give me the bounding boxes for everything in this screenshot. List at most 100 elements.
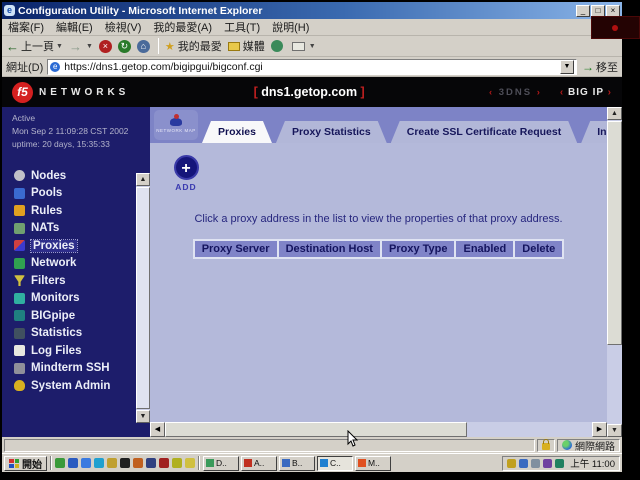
quicklaunch-icon[interactable] (107, 458, 117, 468)
stop-icon[interactable]: × (99, 40, 112, 53)
task-button[interactable]: B.. (279, 456, 315, 471)
sidebar-item-rules[interactable]: Rules (14, 202, 150, 220)
tab-create-ssl-certificate-request[interactable]: Create SSL Certificate Request (391, 121, 577, 143)
task-button[interactable]: D.. (203, 456, 239, 471)
dns3-link[interactable]: ‹ 3DNS › (489, 87, 542, 98)
scrollbar-thumb[interactable] (607, 121, 622, 345)
zone-panel: 網際網路 (557, 439, 620, 452)
quicklaunch-icon[interactable] (55, 458, 65, 468)
back-button[interactable]: ← 上一頁 ▼ (6, 38, 63, 54)
sidebar-item-network[interactable]: Network (14, 255, 150, 273)
network-tray-icon[interactable] (531, 459, 540, 468)
scrollbar-thumb[interactable] (136, 187, 150, 409)
chevron-right-icon: › (537, 87, 542, 98)
f5-brand-bar: f5 NETWORKS [ dns1.getop.com ] ‹ 3DNS › … (2, 77, 622, 107)
start-button[interactable]: 開始 (4, 456, 47, 471)
scroll-up-icon[interactable]: ▲ (607, 107, 622, 120)
sidebar-item-filters[interactable]: Filters (14, 272, 150, 290)
sidebar-item-statistics[interactable]: Statistics (14, 325, 150, 343)
horizontal-scrollbar[interactable]: ◀ ▶ (150, 422, 607, 437)
mail-dropdown-icon[interactable]: ▼ (309, 43, 316, 50)
task-button-active[interactable]: C.. (317, 456, 353, 471)
menu-favorites[interactable]: 我的最愛(A) (153, 19, 212, 35)
tab-bar: NETWORK MAP Proxies Proxy Statistics Cre… (150, 107, 607, 143)
system-status: Active Mon Sep 2 11:09:28 CST 2002 uptim… (2, 107, 150, 151)
vertical-scrollbar[interactable]: ▲ ▼ (607, 107, 622, 437)
sidebar-item-mindterm-ssh[interactable]: Mindterm SSH (14, 360, 150, 378)
tab-proxies[interactable]: Proxies (202, 121, 272, 143)
quicklaunch-icon[interactable] (81, 458, 91, 468)
quicklaunch-icon[interactable] (68, 458, 78, 468)
add-proxy-button[interactable]: + ADD (168, 155, 204, 192)
quicklaunch-icon[interactable] (172, 458, 182, 468)
tray-app-icon[interactable] (543, 459, 552, 468)
history-button[interactable] (271, 40, 286, 52)
add-plus-icon[interactable]: + (174, 155, 199, 180)
restore-button[interactable]: □ (591, 5, 605, 17)
status-uptime: uptime: 20 days, 15:35:33 (12, 138, 150, 151)
favorites-button[interactable]: ★ 我的最愛 (165, 38, 222, 54)
tray-app-icon[interactable] (555, 459, 564, 468)
menu-tools[interactable]: 工具(T) (224, 19, 260, 35)
address-input[interactable] (64, 61, 560, 73)
tab-install-ssl-certificate[interactable]: Install SSL Certif (581, 121, 607, 143)
taskbar-clock: 上午 11:00 (570, 456, 615, 470)
chevron-right-icon: › (608, 87, 612, 98)
toolbar-separator (158, 38, 159, 54)
lock-icon (542, 443, 550, 450)
quicklaunch-icon[interactable] (159, 458, 169, 468)
quicklaunch-icon[interactable] (146, 458, 156, 468)
quicklaunch-icon[interactable] (94, 458, 104, 468)
status-bar: 網際網路 (2, 437, 622, 453)
refresh-icon[interactable]: ↻ (118, 40, 131, 53)
scrollbar-thumb[interactable] (165, 422, 467, 437)
go-button[interactable]: → 移至 (582, 59, 618, 75)
messenger-icon[interactable] (519, 459, 528, 468)
bigip-link[interactable]: ‹ BIG IP › (560, 87, 612, 98)
quicklaunch-icon[interactable] (133, 458, 143, 468)
sidebar-item-pools[interactable]: Pools (14, 185, 150, 203)
sidebar-item-bigpipe[interactable]: BIGpipe (14, 307, 150, 325)
scroll-up-icon[interactable]: ▲ (136, 173, 150, 186)
sidebar-item-nats[interactable]: NATs (14, 220, 150, 238)
sidebar-scrollbar[interactable]: ▲ ▼ (136, 173, 150, 423)
volume-icon[interactable] (507, 459, 516, 468)
address-label: 網址(D) (6, 59, 43, 75)
mail-button[interactable]: ▼ (292, 42, 316, 51)
log-files-icon (14, 345, 25, 356)
mouse-cursor (347, 430, 359, 448)
home-icon[interactable]: ⌂ (137, 40, 150, 53)
sidebar-nav: Nodes Pools Rules NATs Proxies Network F… (2, 167, 150, 395)
close-button[interactable]: × (606, 5, 620, 17)
forward-dropdown-icon[interactable]: ▼ (86, 43, 93, 50)
sidebar-item-monitors[interactable]: Monitors (14, 290, 150, 308)
menu-help[interactable]: 說明(H) (272, 19, 309, 35)
media-button[interactable]: 媒體 (228, 38, 265, 54)
back-dropdown-icon[interactable]: ▼ (56, 43, 63, 50)
f5-networks-wordmark: NETWORKS (39, 87, 129, 98)
rules-icon (14, 205, 25, 216)
menu-edit[interactable]: 編輯(E) (56, 19, 93, 35)
quicklaunch-icon[interactable] (185, 458, 195, 468)
sidebar-item-log-files[interactable]: Log Files (14, 342, 150, 360)
task-button[interactable]: M.. (355, 456, 391, 471)
network-map-button[interactable]: NETWORK MAP (154, 110, 198, 140)
minimize-button[interactable]: _ (576, 5, 590, 17)
sidebar-item-proxies[interactable]: Proxies (14, 237, 150, 255)
address-dropdown-icon[interactable]: ▼ (560, 60, 574, 74)
proxies-panel: + ADD Click a proxy address in the list … (150, 143, 607, 422)
scroll-left-icon[interactable]: ◀ (150, 422, 165, 437)
task-button[interactable]: A.. (241, 456, 277, 471)
menu-file[interactable]: 檔案(F) (8, 19, 44, 35)
forward-button[interactable]: → ▼ (69, 39, 93, 54)
main-area: Active Mon Sep 2 11:09:28 CST 2002 uptim… (2, 107, 622, 437)
quick-launch-bar (55, 458, 195, 468)
scroll-right-icon[interactable]: ▶ (592, 422, 607, 437)
sidebar-item-system-admin[interactable]: System Admin (14, 377, 150, 395)
scroll-down-icon[interactable]: ▼ (136, 410, 150, 423)
tab-proxy-statistics[interactable]: Proxy Statistics (276, 121, 387, 143)
menu-view[interactable]: 檢視(V) (105, 19, 142, 35)
scroll-down-icon[interactable]: ▼ (607, 424, 622, 437)
sidebar-item-nodes[interactable]: Nodes (14, 167, 150, 185)
quicklaunch-icon[interactable] (120, 458, 130, 468)
